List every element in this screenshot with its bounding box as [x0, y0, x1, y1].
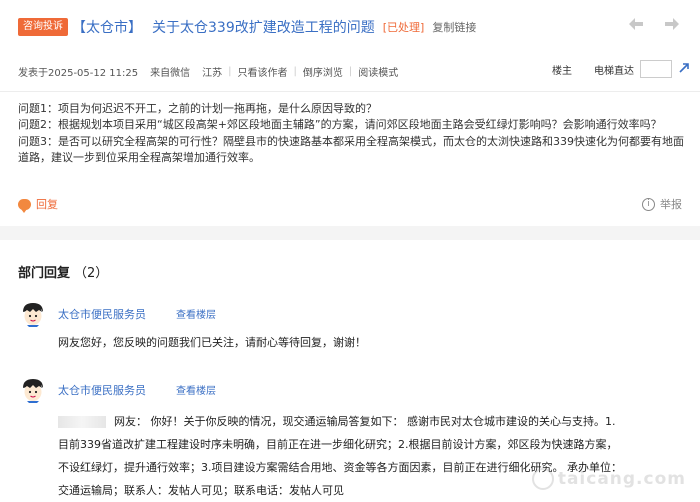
title-region[interactable]: 【太仓市】 [72, 20, 142, 36]
floor-label: 楼主 [552, 65, 572, 77]
reply-author[interactable]: 太仓市便民服务员 [58, 306, 146, 322]
meta-divider: | [293, 65, 297, 77]
reply-line-text: 网友： 你好！关于你反映的情况，现交通运输局答复如下： 感谢市民对太仓城市建设的… [114, 415, 616, 428]
post-source: 来自微信 [150, 67, 191, 79]
category-badge[interactable]: 咨询投诉 [18, 18, 68, 36]
arrow-right-icon[interactable] [664, 16, 680, 35]
only-author-link[interactable]: 只看该作者 [238, 64, 288, 79]
reply-label: 回复 [36, 198, 58, 211]
reverse-browse-link[interactable]: 倒序浏览 [303, 64, 343, 79]
meta-divider: | [348, 65, 353, 77]
watermark-text: taicang.com [557, 469, 686, 489]
floor-jump-input[interactable] [640, 60, 672, 78]
post-title-row: 咨询投诉 【太仓市】 关于太仓339改扩建改造工程的问题 [已处理] 复制链接 [18, 16, 690, 38]
question-3: 问题3：是否可以研究全程高架的可行性？隔壁县市的快速路基本都采用全程高架模式，而… [18, 134, 684, 164]
meta-divider: | [228, 65, 232, 77]
question-2: 问题2：根据规划本项目采用“城区段高架+郊区段地面主辅路”的方案，请问郊区段地面… [18, 118, 662, 132]
question-1: 问题1：项目为何迟迟不开工，之前的计划一拖再拖，是什么原因导致的？ [18, 102, 377, 115]
reply-button[interactable]: 回复 [18, 196, 58, 213]
cartoon-avatar-icon[interactable] [20, 377, 46, 403]
elevator-label: 电梯直达 [594, 65, 634, 77]
arrow-left-icon[interactable] [628, 16, 644, 35]
view-floor-link[interactable]: 查看楼层 [176, 382, 216, 397]
report-label: 举报 [660, 198, 682, 211]
jump-arrow-icon[interactable] [678, 62, 690, 77]
status-badge: [已处理] [382, 21, 425, 34]
post-title: 【太仓市】 关于太仓339改扩建改造工程的问题 [72, 17, 375, 37]
post-region: 江苏 [202, 67, 223, 79]
section-separator [0, 226, 700, 240]
post-meta: 发表于2025-05-12 11:25 来自微信 江苏 | 只看该作者 | 倒序… [18, 60, 690, 80]
post-actions: 回复 i 举报 [18, 196, 682, 213]
reply-line: 目前339省道改扩建工程建设时序未明确，目前正在进一步细化研究；2.根据目前设计… [58, 438, 618, 451]
reply-line: 网友： 你好！关于你反映的情况，现交通运输局答复如下： 感谢市民对太仓城市建设的… [58, 410, 692, 433]
redacted-username [58, 416, 106, 428]
site-watermark: taicang.com [531, 468, 686, 490]
reading-mode-link[interactable]: 阅读模式 [358, 64, 398, 79]
dept-replies-label: 部门回复 [18, 266, 71, 281]
floor-controls: 楼主 电梯直达 [552, 60, 690, 78]
post-body: 问题1：项目为何迟迟不开工，之前的计划一拖再拖，是什么原因导致的？ 问题2：根据… [18, 101, 684, 166]
watermark-logo-icon [531, 468, 554, 490]
dept-replies-title: 部门回复 （2） [18, 262, 108, 281]
reply-item: 太仓市便民服务员 查看楼层 网友您好，您反映的问题我们已关注，请耐心等待回复，谢… [18, 301, 690, 361]
title-main: 关于太仓339改扩建改造工程的问题 [152, 20, 375, 36]
reply-text: 网友您好，您反映的问题我们已关注，请耐心等待回复，谢谢！ [58, 336, 366, 349]
view-floor-link[interactable]: 查看楼层 [176, 306, 216, 321]
publish-time: 发表于2025-05-12 11:25 [18, 67, 139, 79]
thread-nav [628, 16, 680, 35]
report-button[interactable]: i 举报 [642, 196, 682, 212]
chat-bubble-icon [18, 198, 31, 213]
copy-link-button[interactable]: 复制链接 [432, 19, 476, 35]
info-icon: i [642, 197, 655, 211]
cartoon-avatar-icon[interactable] [20, 301, 46, 327]
reply-author[interactable]: 太仓市便民服务员 [58, 382, 146, 398]
dept-replies-count: （2） [74, 266, 109, 281]
header-divider [0, 91, 700, 92]
